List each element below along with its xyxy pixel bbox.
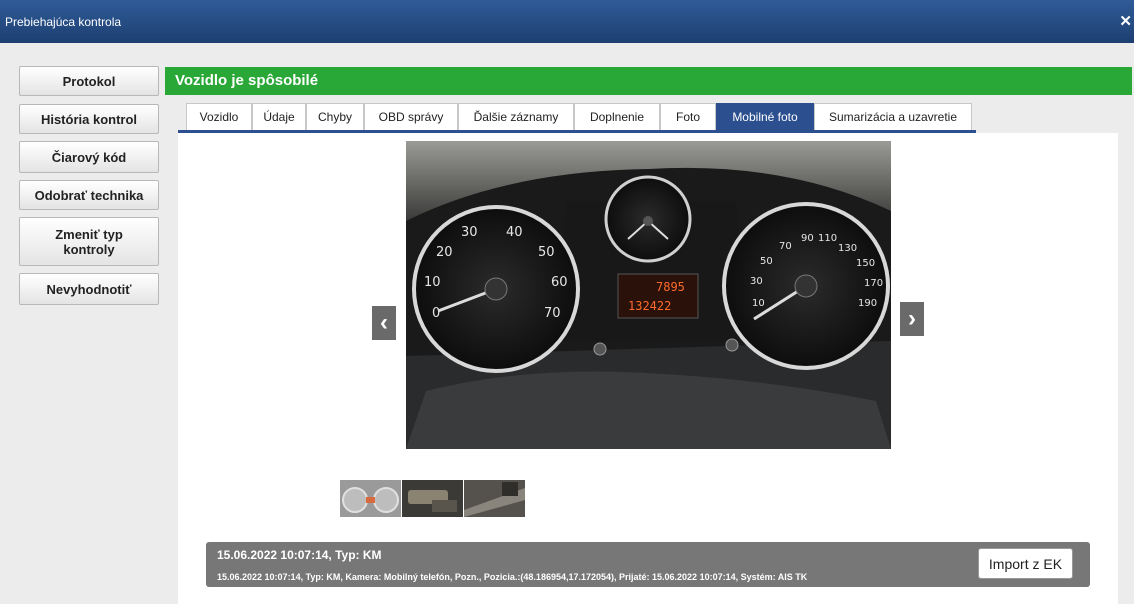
tick-label: 90	[801, 233, 814, 244]
tick-label: 40	[506, 225, 523, 240]
photo-thumbnail[interactable]	[464, 480, 525, 517]
window-title: Prebiehajúca kontrola	[5, 15, 122, 29]
tab-doplnenie[interactable]: Doplnenie	[574, 103, 660, 130]
photo-info-details: 15.06.2022 10:07:14, Typ: KM, Kamera: Mo…	[217, 572, 808, 582]
trip-reading: 7895	[656, 280, 685, 294]
nevyhodnotit-button[interactable]: Nevyhodnotiť	[19, 273, 159, 305]
odobrat-technika-button[interactable]: Odobrať technika	[19, 180, 159, 210]
tick-label: 50	[538, 245, 555, 260]
close-icon[interactable]: ✕	[1119, 12, 1132, 30]
previous-photo-button[interactable]: ‹	[371, 305, 397, 341]
odometer-display: 7895 132422	[617, 273, 699, 319]
tick-label: 50	[760, 256, 773, 267]
tab-sumarizacia[interactable]: Sumarizácia a uzavretie	[814, 103, 972, 130]
tick-label: 20	[436, 245, 453, 260]
tab-bar: Vozidlo Údaje Chyby OBD správy Ďalšie zá…	[186, 103, 972, 130]
protokol-button[interactable]: Protokol	[19, 66, 159, 96]
historia-kontrol-button[interactable]: História kontrol	[19, 104, 159, 134]
ciarovy-kod-button[interactable]: Čiarový kód	[19, 141, 159, 173]
tab-chyby[interactable]: Chyby	[306, 103, 364, 130]
status-banner: Vozidlo je spôsobilé	[165, 67, 1132, 95]
next-photo-button[interactable]: ›	[899, 301, 925, 337]
tick-label: 150	[856, 258, 875, 269]
tab-mobilne-foto[interactable]: Mobilné foto	[716, 103, 814, 130]
window-titlebar: Prebiehajúca kontrola ✕	[0, 0, 1134, 43]
tab-vozidlo[interactable]: Vozidlo	[186, 103, 252, 130]
photo-info-box: 15.06.2022 10:07:14, Typ: KM 15.06.2022 …	[206, 542, 1090, 587]
tick-label: 130	[838, 243, 857, 254]
odometer-reading: 132422	[628, 299, 671, 313]
tab-foto[interactable]: Foto	[660, 103, 716, 130]
tab-dalsie-zaznamy[interactable]: Ďalšie záznamy	[458, 103, 574, 130]
tick-label: 10	[424, 275, 441, 290]
tick-label: 70	[779, 241, 792, 252]
dashboard-photo: 30 40 20 50 10 60 0 70 7895 132422 90 11…	[406, 141, 891, 449]
photo-thumbnail[interactable]	[340, 480, 401, 517]
tick-label: 70	[544, 306, 561, 321]
zmenit-typ-kontroly-button[interactable]: Zmeniť typ kontroly	[19, 217, 159, 266]
tick-label: 170	[864, 278, 883, 289]
fuel-temp-gauge	[604, 175, 692, 263]
tab-obd-spravy[interactable]: OBD správy	[364, 103, 458, 130]
tick-label: 30	[461, 225, 478, 240]
speedometer-gauge: 30 40 20 50 10 60 0 70	[412, 205, 580, 373]
tachometer-gauge: 90 110 70 130 50 150 30 170 10 190	[722, 202, 890, 370]
tick-label: 190	[858, 298, 877, 309]
tab-udaje[interactable]: Údaje	[252, 103, 306, 130]
tick-label: 10	[752, 298, 765, 309]
photo-thumbnail[interactable]	[402, 480, 463, 517]
tick-label: 30	[750, 276, 763, 287]
import-z-ek-button[interactable]: Import z EK	[978, 548, 1073, 579]
photo-info-title: 15.06.2022 10:07:14, Typ: KM	[217, 548, 382, 562]
tick-label: 60	[551, 275, 568, 290]
tick-label: 110	[818, 233, 837, 244]
tick-label: 0	[432, 306, 440, 321]
